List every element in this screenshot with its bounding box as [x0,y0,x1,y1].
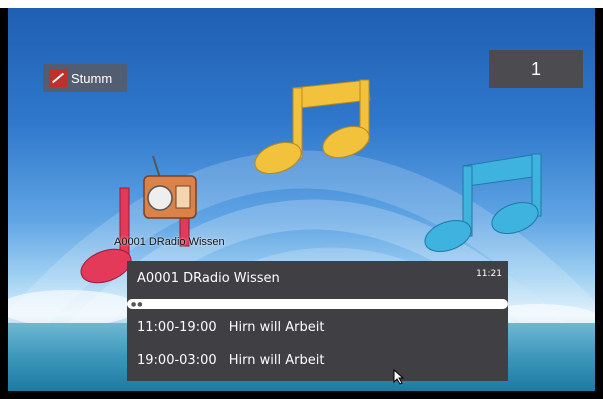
radio-station-label: A0001 DRadio Wissen [114,236,225,248]
channel-number-display: 1 [489,50,583,88]
epg-clock: 11:21 [476,269,502,279]
progress-dots-icon: ●● [131,301,144,308]
mute-label: Stumm [71,70,113,86]
mouse-cursor-icon [393,369,405,385]
mute-speaker-icon [49,69,67,87]
epg-info-panel: A0001 DRadio Wissen 11:21 ●● 11:00-19:00… [127,261,508,381]
tv-screen: Stumm 1 A0001 DRadio Wissen A0001 DRadio… [0,0,603,399]
epg-program-row[interactable]: 11:00-19:00 Hirn will Arbeit [137,320,324,335]
epg-channel-name: A0001 DRadio Wissen [137,271,280,286]
blue-note-icon [424,153,542,253]
radio-icon [143,155,197,219]
yellow-note-icon [254,79,371,175]
program-title: Hirn will Arbeit [228,320,325,335]
top-white-strip [0,0,603,8]
program-progress-bar: ●● [127,299,508,309]
radio-background: Stumm 1 A0001 DRadio Wissen A0001 DRadio… [8,8,595,391]
program-time: 11:00-19:00 [137,320,217,335]
program-title: Hirn will Arbeit [228,353,325,368]
mute-button[interactable]: Stumm [43,64,127,92]
epg-program-row[interactable]: 19:00-03:00 Hirn will Arbeit [137,353,324,368]
program-time: 19:00-03:00 [137,353,217,368]
